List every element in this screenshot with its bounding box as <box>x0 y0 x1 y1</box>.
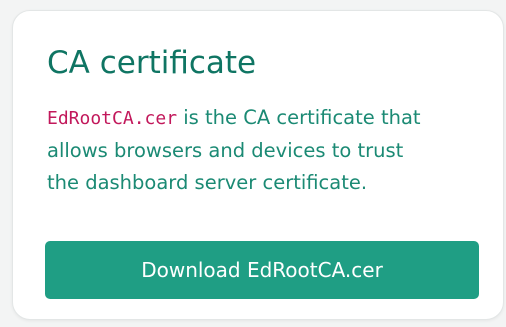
description-line-1: is the CA certificate that <box>177 106 421 129</box>
certificate-filename: EdRootCA.cer <box>47 108 178 129</box>
download-certificate-button[interactable]: Download EdRootCA.cer <box>45 241 479 299</box>
ca-certificate-card: CA certificate EdRootCA.cer is the CA ce… <box>12 10 504 320</box>
description-line-3: the dashboard server certificate. <box>47 171 368 194</box>
description-line-2: allows browsers and devices to trust <box>47 139 404 162</box>
card-title: CA certificate <box>47 45 257 81</box>
card-description: EdRootCA.cer is the CA certificate that a… <box>47 102 487 199</box>
